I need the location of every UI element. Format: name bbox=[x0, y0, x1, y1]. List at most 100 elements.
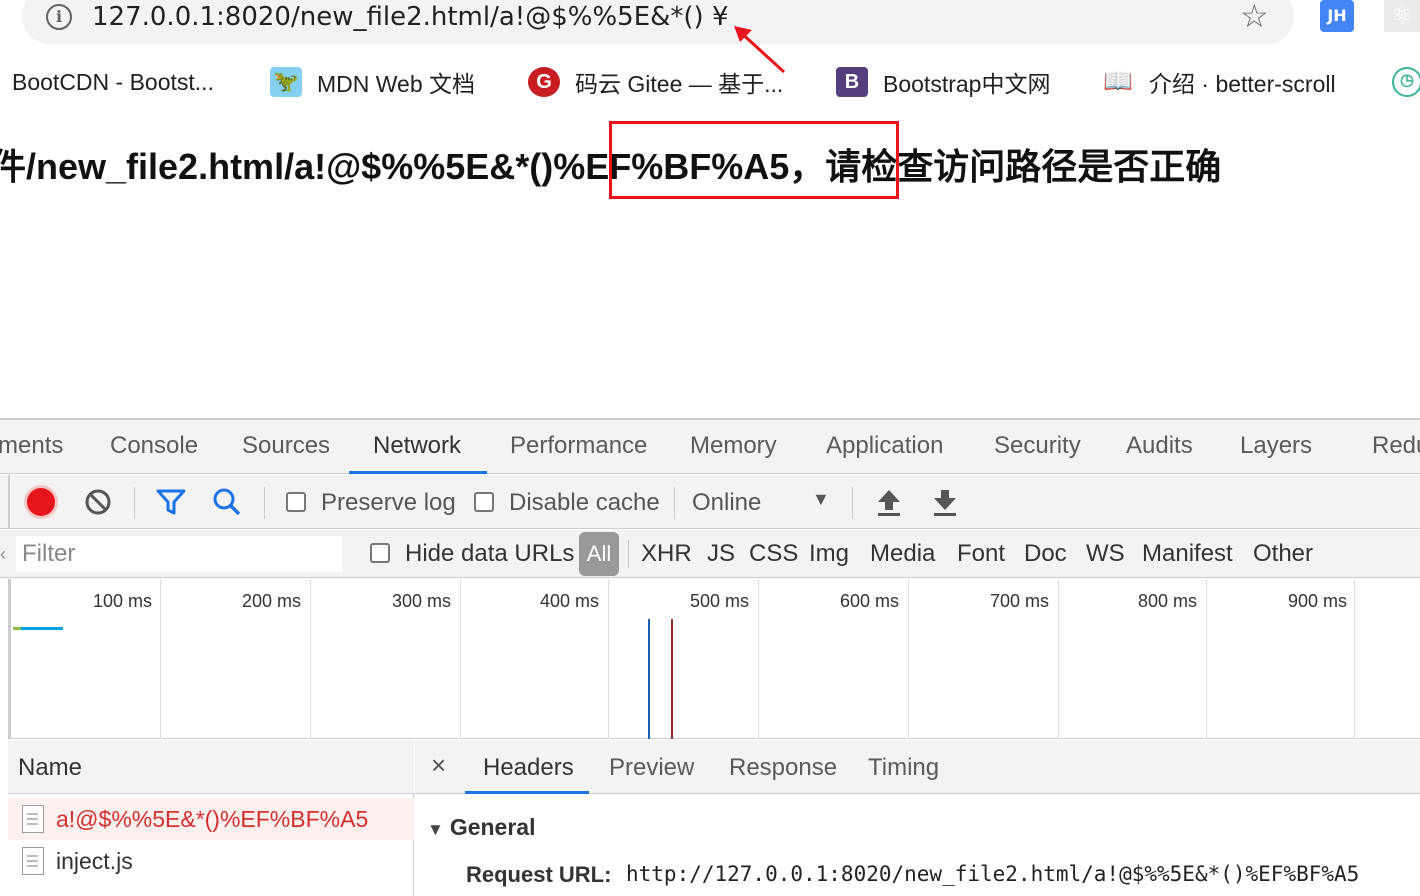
preserve-log-label: Preserve log bbox=[321, 489, 456, 516]
filter-bar: ‹ Hide data URLs All XHR JS CSS Img Medi… bbox=[0, 530, 1420, 578]
book-icon: 📖 bbox=[1103, 68, 1133, 95]
annotation-highlight-box bbox=[609, 121, 899, 199]
devtools-panel: ments Console Sources Network Performanc… bbox=[0, 418, 1420, 896]
tab-security[interactable]: Security bbox=[994, 432, 1081, 460]
toolbar-separator bbox=[674, 487, 675, 519]
react-devtools-icon[interactable]: ⚛ bbox=[1384, 0, 1420, 32]
filter-type-doc[interactable]: Doc bbox=[1024, 540, 1067, 568]
filter-type-all[interactable]: All bbox=[579, 532, 619, 576]
timeline-tick-label: 700 ms bbox=[990, 591, 1050, 611]
filter-type-css[interactable]: CSS bbox=[749, 540, 798, 568]
timeline-tick-label: 800 ms bbox=[1138, 591, 1198, 611]
filter-type-js[interactable]: JS bbox=[707, 540, 735, 568]
filter-type-font[interactable]: Font bbox=[957, 540, 1005, 568]
toolbar-divider bbox=[8, 475, 10, 529]
timeline-gridline bbox=[1206, 579, 1207, 739]
bookmark-bootcdn[interactable]: BootCDN - Bootst... bbox=[12, 60, 214, 104]
request-row[interactable]: a!@$%%5E&*()%EF%BF%A5 bbox=[8, 798, 414, 840]
load-event-marker bbox=[671, 619, 673, 739]
throttling-select[interactable]: Online bbox=[692, 489, 761, 517]
timeline-gridline bbox=[908, 579, 909, 739]
mdn-dino-icon: 🦖 bbox=[270, 67, 302, 97]
hide-data-urls-checkbox[interactable] bbox=[370, 543, 390, 563]
gitee-icon: G bbox=[528, 67, 560, 97]
request-name: inject.js bbox=[56, 847, 133, 874]
bookmark-gitee[interactable]: G 码云 Gitee — 基于... bbox=[528, 60, 783, 104]
network-toolbar: Preserve log Disable cache Online ▼ bbox=[0, 475, 1420, 529]
filter-type-img[interactable]: Img bbox=[809, 540, 849, 568]
error-path-text: 件/new_file2.html/a!@$%%5E&*() bbox=[0, 146, 554, 187]
toolbar-separator bbox=[134, 487, 135, 519]
network-overview-timeline[interactable]: 100 ms 200 ms 300 ms 400 ms 500 ms 600 m… bbox=[8, 579, 1420, 739]
timeline-gridline bbox=[160, 579, 161, 739]
request-details: × Headers Preview Response Timing ▼ Gener… bbox=[415, 740, 1420, 896]
bookmark-bootstrap[interactable]: B Bootstrap中文网 bbox=[836, 60, 1050, 104]
active-tab-indicator bbox=[349, 471, 487, 474]
toolbar-separator bbox=[264, 487, 265, 519]
bookmark-star-icon[interactable]: ☆ bbox=[1240, 0, 1269, 34]
bookmark-better-scroll[interactable]: 📖 介绍 · better-scroll bbox=[1102, 60, 1336, 104]
close-icon[interactable]: × bbox=[431, 750, 446, 781]
document-icon bbox=[22, 847, 44, 875]
tab-elements[interactable]: ments bbox=[0, 432, 63, 460]
chevron-down-icon[interactable]: ▼ bbox=[812, 489, 830, 510]
collapse-icon[interactable]: ‹ bbox=[0, 544, 6, 565]
tab-headers[interactable]: Headers bbox=[483, 754, 574, 782]
address-bar-url[interactable]: 127.0.0.1:8020/new_file2.html/a!@$%%5E&*… bbox=[92, 0, 729, 34]
extension-jh-icon[interactable]: JH bbox=[1320, 0, 1354, 32]
timeline-request-bar bbox=[21, 627, 63, 630]
record-icon[interactable] bbox=[27, 488, 55, 516]
document-icon bbox=[22, 805, 44, 833]
request-url-label: Request URL: bbox=[466, 862, 612, 887]
tab-application[interactable]: Application bbox=[826, 432, 943, 460]
filter-type-other[interactable]: Other bbox=[1253, 540, 1313, 568]
site-info-icon[interactable]: i bbox=[46, 4, 72, 30]
filter-type-media[interactable]: Media bbox=[870, 540, 935, 568]
filter-input[interactable] bbox=[16, 536, 342, 572]
timeline-tick-label: 600 ms bbox=[840, 591, 900, 611]
tab-layers[interactable]: Layers bbox=[1240, 432, 1312, 460]
name-column-header[interactable]: Name bbox=[8, 740, 414, 794]
filter-icon[interactable] bbox=[156, 488, 186, 516]
timeline-gridline bbox=[608, 579, 609, 739]
timeline-gridline bbox=[758, 579, 759, 739]
bookmarks-bar: BootCDN - Bootst... 🦖 MDN Web 文档 G 码云 Gi… bbox=[0, 60, 1420, 104]
timeline-tick-label: 300 ms bbox=[392, 591, 452, 611]
search-icon[interactable] bbox=[212, 487, 242, 517]
filter-type-xhr[interactable]: XHR bbox=[641, 540, 692, 568]
toolbar-separator bbox=[852, 487, 853, 519]
tab-performance[interactable]: Performance bbox=[510, 432, 647, 460]
general-section-title: General bbox=[449, 814, 536, 840]
request-detail-tabs: × Headers Preview Response Timing bbox=[415, 740, 1420, 794]
filter-type-ws[interactable]: WS bbox=[1086, 540, 1125, 568]
export-har-icon[interactable] bbox=[932, 488, 958, 518]
timeline-tick-label: 500 ms bbox=[690, 591, 750, 611]
tab-redux[interactable]: Redu bbox=[1372, 432, 1420, 460]
tab-memory[interactable]: Memory bbox=[690, 432, 777, 460]
bookmark-overflow[interactable]: ◷ bbox=[1392, 60, 1420, 104]
hide-data-urls-label: Hide data URLs bbox=[405, 540, 575, 567]
tab-sources[interactable]: Sources bbox=[242, 432, 330, 460]
request-row[interactable]: inject.js bbox=[8, 840, 414, 882]
timeline-gridline bbox=[1354, 579, 1355, 739]
timeline-tick-label: 200 ms bbox=[242, 591, 302, 611]
tab-response[interactable]: Response bbox=[729, 754, 837, 782]
tab-console[interactable]: Console bbox=[110, 432, 198, 460]
preserve-log-checkbox[interactable] bbox=[286, 492, 306, 512]
timeline-tick-label: 900 ms bbox=[1288, 591, 1348, 611]
bootstrap-icon: B bbox=[836, 67, 868, 97]
bookmark-mdn[interactable]: 🦖 MDN Web 文档 bbox=[270, 60, 475, 104]
bookmark-label: Bootstrap中文网 bbox=[883, 71, 1051, 97]
tab-network[interactable]: Network bbox=[373, 432, 461, 460]
clear-icon[interactable] bbox=[84, 488, 112, 516]
bookmark-label: 介绍 · better-scroll bbox=[1149, 71, 1336, 97]
tab-timing[interactable]: Timing bbox=[868, 754, 939, 782]
timeline-gridline bbox=[310, 579, 311, 739]
tab-audits[interactable]: Audits bbox=[1126, 432, 1193, 460]
general-section-toggle[interactable]: ▼ General bbox=[427, 814, 535, 841]
filter-type-manifest[interactable]: Manifest bbox=[1142, 540, 1233, 568]
disable-cache-checkbox[interactable] bbox=[474, 492, 494, 512]
tab-preview[interactable]: Preview bbox=[609, 754, 694, 782]
import-har-icon[interactable] bbox=[876, 488, 902, 518]
active-detail-tab-indicator bbox=[465, 791, 589, 794]
